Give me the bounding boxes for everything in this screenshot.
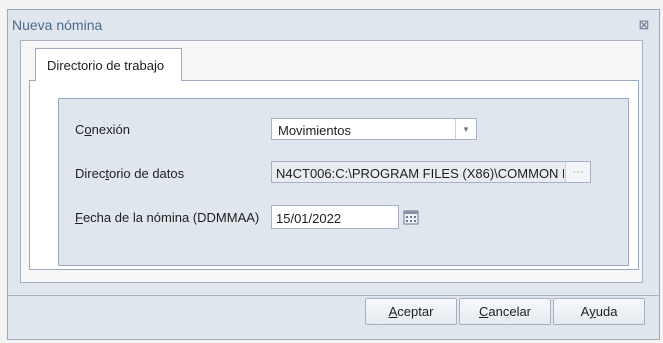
title-bar[interactable]: Nueva nómina ⊠ [8, 10, 659, 40]
conexion-value: Movimientos [278, 123, 351, 138]
close-icon[interactable]: ⊠ [635, 16, 653, 34]
tab-label: Directorio de trabajo [47, 57, 165, 73]
conexion-label: Conexión [75, 122, 130, 137]
directorio-field[interactable]: N4CT006:C:\PROGRAM FILES (X86)\COMMON FI… [271, 161, 591, 183]
footer-divider [8, 295, 659, 296]
directorio-label: Directorio de datos [75, 166, 185, 181]
aceptar-button[interactable]: Aceptar [365, 298, 457, 325]
chevron-down-icon[interactable]: ▼ [455, 119, 476, 139]
cancelar-button[interactable]: Cancelar [459, 298, 551, 325]
calendar-icon[interactable] [401, 207, 421, 227]
fecha-label: Fecha de la nómina (DDMMAA) [75, 210, 260, 225]
fecha-input[interactable]: 15/01/2022 [271, 205, 399, 229]
conexion-select[interactable]: Movimientos ▼ [271, 118, 477, 140]
window-title: Nueva nómina [12, 17, 103, 33]
directorio-value: N4CT006:C:\PROGRAM FILES (X86)\COMMON FI… [276, 166, 564, 181]
fecha-value: 15/01/2022 [276, 211, 342, 226]
browse-button[interactable]: ··· [565, 162, 590, 182]
ayuda-button[interactable]: Ay uda [553, 298, 645, 325]
tab-directorio-trabajo[interactable]: Directorio de trabajo [35, 48, 182, 81]
